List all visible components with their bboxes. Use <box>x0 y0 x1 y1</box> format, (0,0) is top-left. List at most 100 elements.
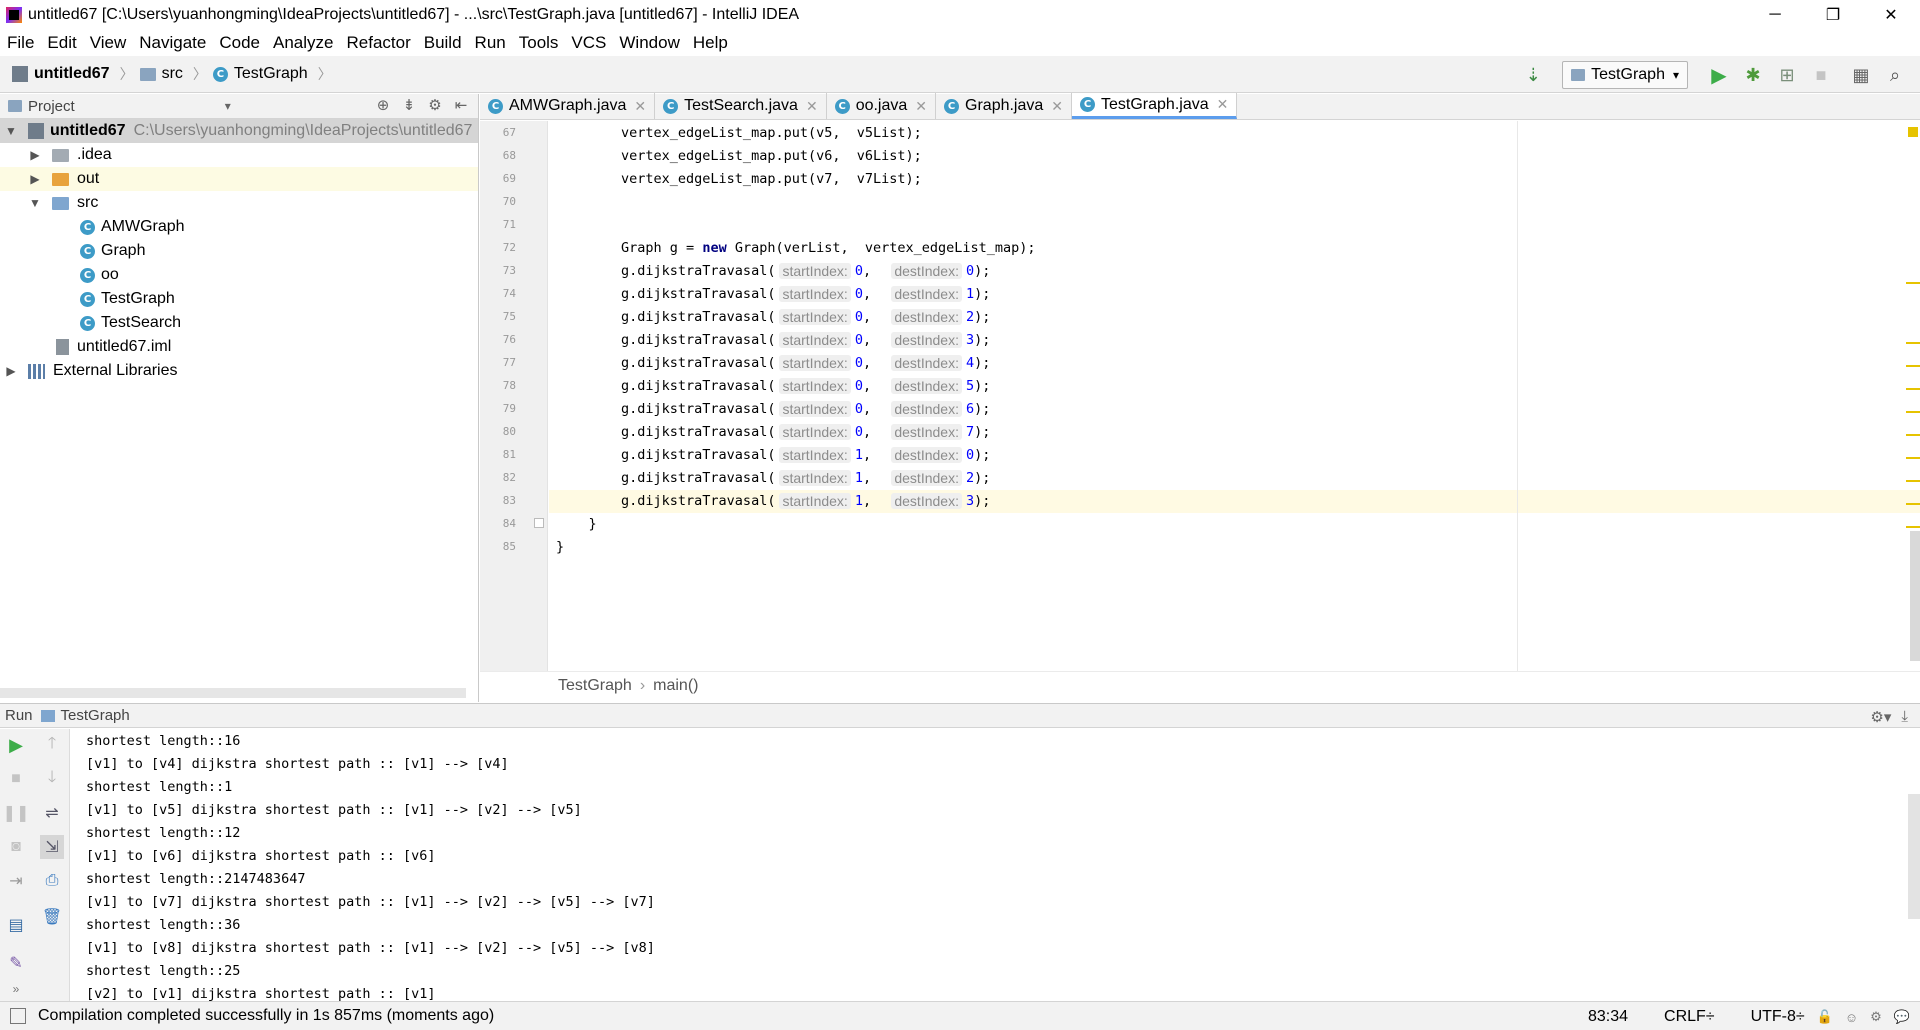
code-line[interactable]: } <box>556 512 597 535</box>
code-editor[interactable]: 67 68 69 70 71 72 73 74 75 76 77 78 79 80 81 82 83 84 85 v… <box>480 121 1920 671</box>
tree-item-graph[interactable]: C Graph <box>0 239 478 263</box>
pin-icon[interactable]: ✎ <box>4 951 28 975</box>
code-line[interactable]: vertex_edgeList_map.put(v5, v5List); <box>556 121 922 144</box>
layout-icon[interactable]: ▤ <box>4 913 28 937</box>
tab-graph[interactable]: C Graph.java ✕ <box>936 93 1073 119</box>
code-line[interactable]: g.dijkstraTravasal(startIndex: 0, destInd… <box>556 420 990 443</box>
run-configuration-selector[interactable]: TestGraph ▾ <box>1562 61 1688 89</box>
warning-stripe-mark[interactable] <box>1906 282 1920 284</box>
status-message[interactable]: Compilation completed successfully in 1s… <box>38 1007 494 1025</box>
project-structure-icon[interactable]: ▦ <box>1848 62 1874 88</box>
debug-icon[interactable]: ✱ <box>1740 62 1766 88</box>
line-separator[interactable]: CRLF÷ <box>1646 1008 1715 1026</box>
line-number[interactable]: 68 <box>480 149 516 162</box>
chevron-down-icon[interactable]: ▼ <box>4 124 18 138</box>
tab-testsearch[interactable]: C TestSearch.java ✕ <box>655 93 827 119</box>
tree-item-src[interactable]: ▼ src <box>0 191 478 215</box>
close-icon[interactable]: ✕ <box>634 98 646 115</box>
code-line[interactable]: g.dijkstraTravasal(startIndex: 0, destInd… <box>556 328 990 351</box>
hide-panel-icon[interactable]: ⇤ <box>450 96 472 114</box>
project-view-selector[interactable]: Project <box>28 98 75 115</box>
minimize-icon[interactable]: ─ <box>1746 0 1804 29</box>
tree-item-project-root[interactable]: ▼ untitled67 C:\Users\yuanhongming\IdeaP… <box>0 119 478 143</box>
code-line[interactable]: g.dijkstraTravasal(startIndex: 1, destInd… <box>556 443 990 466</box>
caret-position[interactable]: 83:34 <box>1588 1008 1628 1026</box>
tree-item-testgraph[interactable]: C TestGraph <box>0 287 478 311</box>
exit-icon[interactable]: ⇥ <box>4 869 28 893</box>
tree-item-testsearch[interactable]: C TestSearch <box>0 311 478 335</box>
search-everywhere-icon[interactable]: ⌕ <box>1882 62 1908 88</box>
menu-code[interactable]: Code <box>219 33 260 53</box>
chevron-down-icon[interactable]: ▾ <box>225 99 231 113</box>
editor-scrollbar[interactable] <box>1910 531 1920 661</box>
menu-refactor[interactable]: Refactor <box>346 33 410 53</box>
line-number[interactable]: 76 <box>480 333 516 346</box>
breadcrumb-project[interactable]: untitled67 <box>12 65 110 83</box>
rerun-icon[interactable]: ▶ <box>4 733 28 757</box>
line-number[interactable]: 80 <box>480 425 516 438</box>
warning-stripe-mark[interactable] <box>1906 480 1920 482</box>
breadcrumb-class[interactable]: C TestGraph <box>212 65 308 83</box>
code-line[interactable]: g.dijkstraTravasal(startIndex: 0, destInd… <box>556 282 990 305</box>
warning-stripe-mark[interactable] <box>1906 526 1920 528</box>
line-number[interactable]: 69 <box>480 172 516 185</box>
line-number[interactable]: 72 <box>480 241 516 254</box>
code-line[interactable]: g.dijkstraTravasal(startIndex: 1, destInd… <box>556 489 990 512</box>
line-number[interactable]: 82 <box>480 471 516 484</box>
trash-icon[interactable]: 🗑 <box>40 905 64 929</box>
warning-stripe-mark[interactable] <box>1906 457 1920 459</box>
restore-icon[interactable]: ❐ <box>1804 0 1862 29</box>
stop-icon[interactable]: ■ <box>1808 62 1834 88</box>
code-line[interactable]: vertex_edgeList_map.put(v7, v7List); <box>556 167 922 190</box>
scroll-to-end-icon[interactable]: ⇲ <box>40 835 64 859</box>
close-icon[interactable]: ✕ <box>806 98 818 115</box>
camera-icon[interactable]: ◙ <box>4 835 28 859</box>
menu-file[interactable]: File <box>7 33 34 53</box>
run-icon[interactable]: ▶ <box>1706 62 1732 88</box>
more-icon[interactable]: » <box>4 977 28 1001</box>
menu-window[interactable]: Window <box>619 33 679 53</box>
tab-amwgraph[interactable]: C AMWGraph.java ✕ <box>480 93 656 119</box>
code-line[interactable]: g.dijkstraTravasal(startIndex: 0, destInd… <box>556 305 990 328</box>
menu-analyze[interactable]: Analyze <box>273 33 333 53</box>
line-number[interactable]: 67 <box>480 126 516 139</box>
close-window-icon[interactable]: ✕ <box>1862 0 1920 29</box>
menu-navigate[interactable]: Navigate <box>139 33 206 53</box>
line-number[interactable]: 84 <box>480 517 516 530</box>
up-arrow-icon[interactable]: 🡑 <box>40 733 64 757</box>
run-tab-label[interactable]: TestGraph <box>61 707 130 724</box>
code-line[interactable]: g.dijkstraTravasal(startIndex: 0, destInd… <box>556 374 990 397</box>
menu-help[interactable]: Help <box>693 33 728 53</box>
fold-marker-icon[interactable] <box>534 518 544 528</box>
code-line[interactable]: } <box>556 535 564 558</box>
menu-edit[interactable]: Edit <box>47 33 76 53</box>
stop-icon[interactable]: ■ <box>4 767 28 791</box>
editor-gutter[interactable]: 67 68 69 70 71 72 73 74 75 76 77 78 79 80 81 82 83 84 85 <box>480 121 548 671</box>
warning-stripe-mark[interactable] <box>1906 342 1920 344</box>
warning-indicator-icon[interactable] <box>1908 127 1918 137</box>
close-icon[interactable]: ✕ <box>1051 98 1063 115</box>
tree-item-out[interactable]: ▶ out <box>0 167 478 191</box>
memory-icon[interactable]: ⚙ <box>1870 1009 1882 1025</box>
menu-view[interactable]: View <box>90 33 127 53</box>
tree-item-external-libraries[interactable]: ▶ External Libraries <box>0 359 478 383</box>
chevron-right-icon[interactable]: ▶ <box>4 364 18 378</box>
code-line[interactable]: Graph g = new Graph(verList, vertex_edge… <box>556 236 1036 259</box>
warning-stripe-mark[interactable] <box>1906 388 1920 390</box>
code-line[interactable]: g.dijkstraTravasal(startIndex: 1, destInd… <box>556 466 990 489</box>
console-scrollbar[interactable] <box>1908 794 1920 919</box>
menu-tools[interactable]: Tools <box>519 33 559 53</box>
console-output[interactable]: shortest length::16 [v1] to [v4] dijkstra… <box>71 729 1920 1001</box>
tree-item-oo[interactable]: C oo <box>0 263 478 287</box>
code-line[interactable]: vertex_edgeList_map.put(v6, v6List); <box>556 144 922 167</box>
lock-icon[interactable]: 🔓 <box>1817 1009 1833 1025</box>
code-line[interactable]: g.dijkstraTravasal(startIndex: 0, destInd… <box>556 259 990 282</box>
gear-icon[interactable]: ⚙ <box>424 96 446 114</box>
hide-panel-icon[interactable]: ⤓ <box>1901 708 1908 726</box>
down-arrow-icon[interactable]: 🡓 <box>40 767 64 791</box>
warning-stripe-mark[interactable] <box>1906 411 1920 413</box>
file-encoding[interactable]: UTF-8÷ <box>1733 1008 1805 1026</box>
chevron-down-icon[interactable]: ▼ <box>28 196 42 210</box>
line-number[interactable]: 78 <box>480 379 516 392</box>
pause-icon[interactable]: ❚❚ <box>3 801 30 825</box>
